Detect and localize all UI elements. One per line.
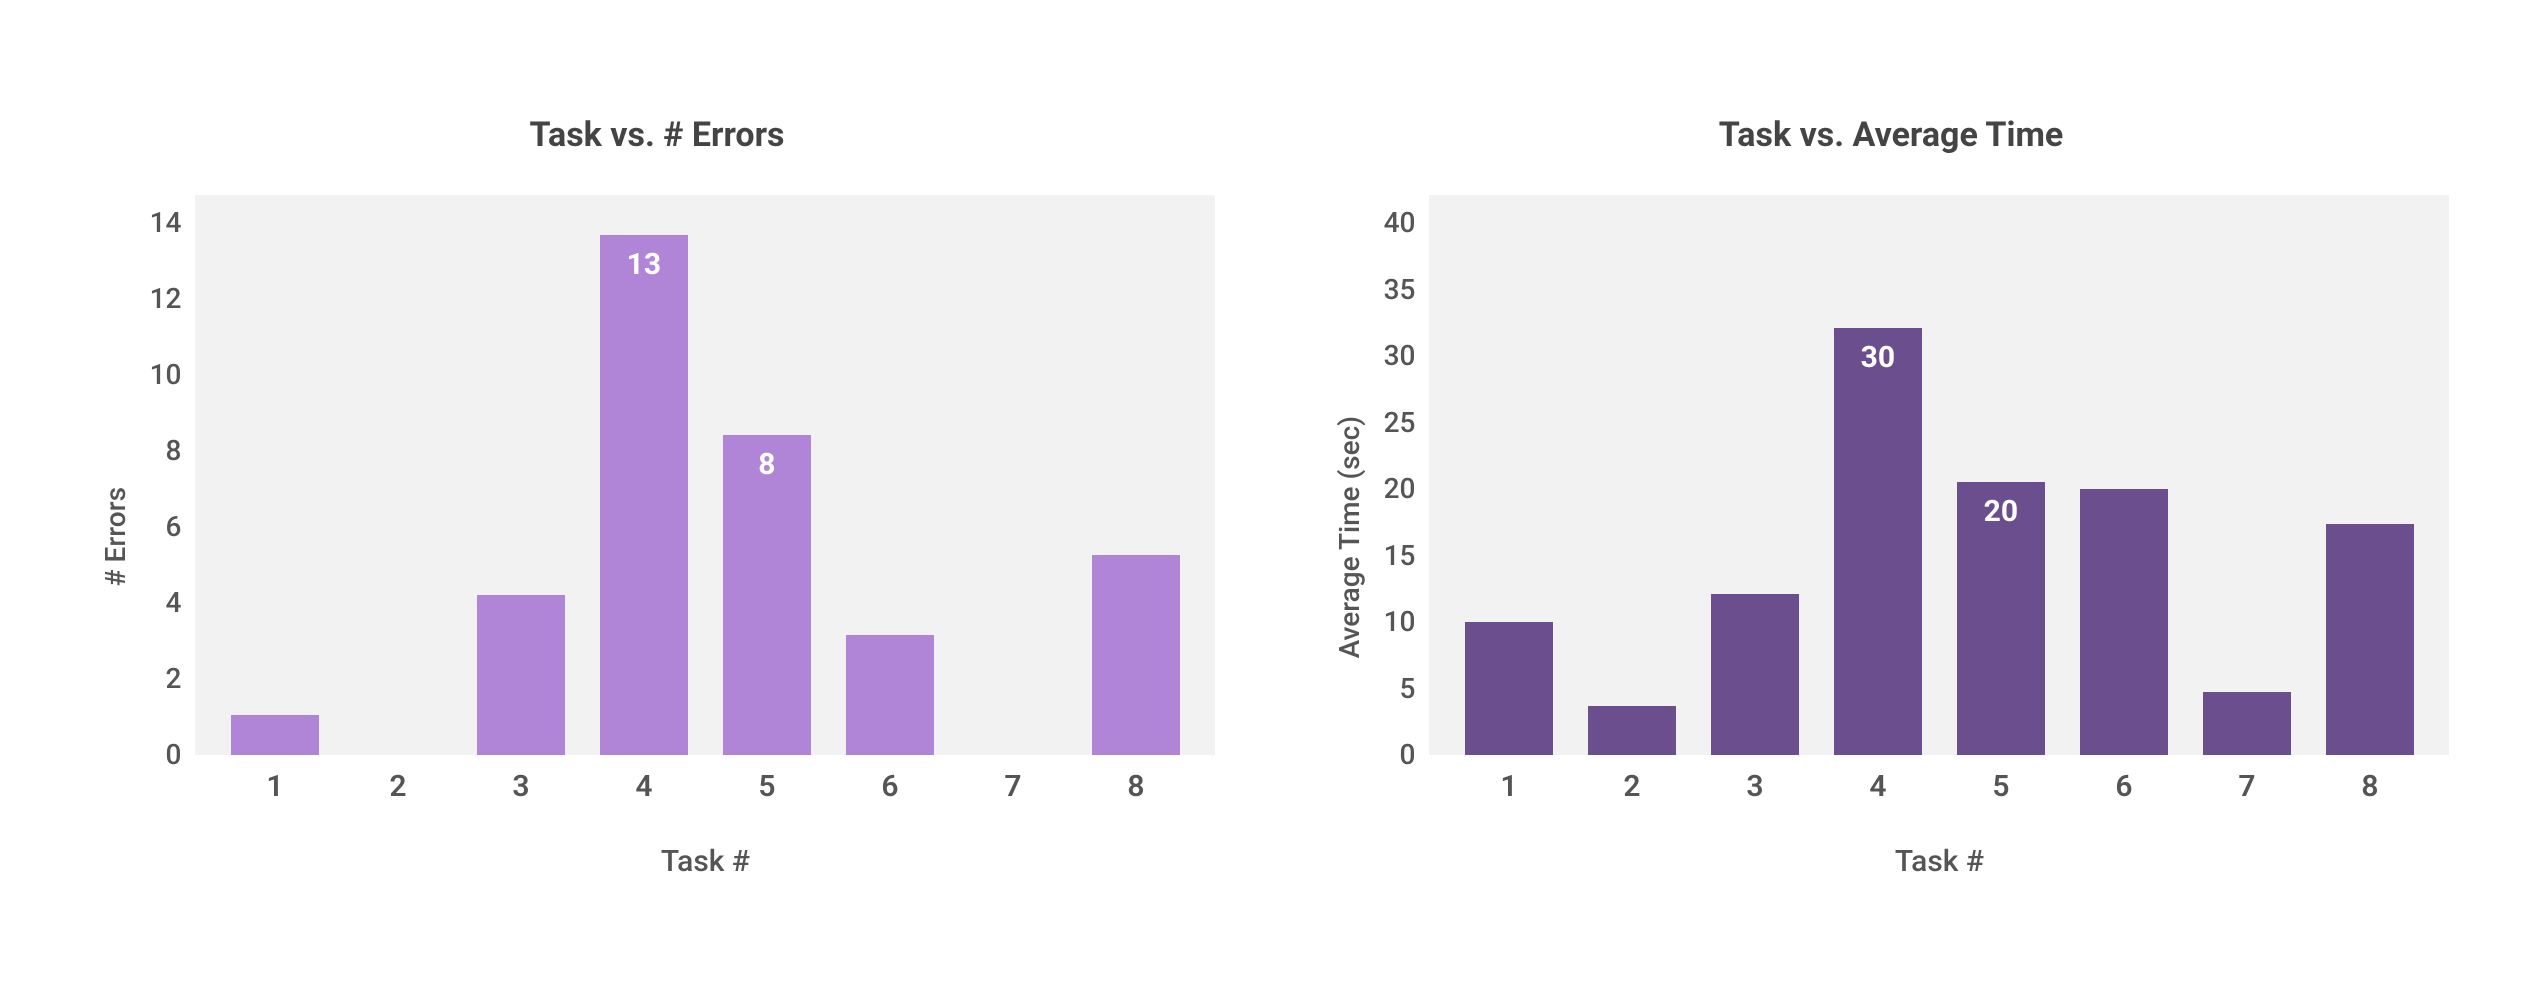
x-tick: 3 [1693, 769, 1816, 804]
x-tick: 2 [336, 769, 459, 804]
y-tick: 35 [1384, 276, 1416, 304]
bar-column [2062, 195, 2185, 755]
x-tick: 6 [2062, 769, 2185, 804]
bar-data-label: 30 [1861, 340, 1895, 375]
y-tick: 12 [150, 285, 182, 313]
y-tick: 10 [1384, 608, 1416, 636]
bar: 13 [600, 235, 689, 755]
y-tick: 2 [165, 665, 181, 693]
bar-column [1074, 195, 1197, 755]
bar-column: 13 [582, 195, 705, 755]
chart-body: Average Time (sec) 4035302520151050 3020… [1333, 195, 2450, 879]
bar-column [459, 195, 582, 755]
y-tick: 20 [1384, 475, 1416, 503]
x-axis: 12345678 [1429, 755, 2449, 804]
bar-column [1570, 195, 1693, 755]
bar-column [2308, 195, 2431, 755]
x-tick: 7 [2185, 769, 2308, 804]
bar-column: 8 [705, 195, 828, 755]
bar [2080, 489, 2169, 755]
x-tick: 8 [1074, 769, 1197, 804]
bar-column [2185, 195, 2308, 755]
y-tick: 0 [165, 741, 181, 769]
x-tick: 1 [1447, 769, 1570, 804]
y-axis: 14121086420 [150, 195, 196, 755]
y-tick: 10 [150, 361, 182, 389]
bar-column: 20 [1939, 195, 2062, 755]
x-tick: 3 [459, 769, 582, 804]
bar [477, 595, 566, 755]
plot-area: 30 20 [1429, 195, 2449, 755]
chart-errors: Task vs. # Errors # Errors 14121086420 1… [99, 115, 1216, 879]
y-tick: 8 [165, 437, 181, 465]
y-axis-label: # Errors [99, 487, 132, 586]
bar-data-label: 8 [758, 447, 775, 482]
y-tick: 40 [1384, 209, 1416, 237]
bar [1588, 706, 1677, 755]
y-axis-label: Average Time (sec) [1333, 416, 1366, 658]
bar [1711, 594, 1800, 755]
bar [2203, 692, 2292, 755]
bar: 20 [1957, 482, 2046, 755]
chart-title: Task vs. Average Time [1719, 115, 2064, 155]
bar-column [1447, 195, 1570, 755]
x-tick: 5 [1939, 769, 2062, 804]
y-tick: 6 [165, 513, 181, 541]
bar [846, 635, 935, 755]
y-tick: 30 [1384, 342, 1416, 370]
chart-body: # Errors 14121086420 138 12345678 Task # [99, 195, 1216, 879]
x-tick: 8 [2308, 769, 2431, 804]
x-tick: 4 [1816, 769, 1939, 804]
bar [1465, 622, 1554, 755]
y-tick: 0 [1399, 741, 1415, 769]
bar-column [336, 195, 459, 755]
x-tick: 5 [705, 769, 828, 804]
plot-area: 13 8 [195, 195, 1215, 755]
x-axis: 12345678 [195, 755, 1215, 804]
x-axis-label: Task # [1429, 844, 2449, 879]
y-tick: 14 [150, 209, 182, 237]
y-tick: 4 [165, 589, 181, 617]
x-tick: 7 [951, 769, 1074, 804]
plot-column: 138 12345678 Task # [195, 195, 1215, 879]
y-axis: 4035302520151050 [1384, 195, 1430, 755]
bar-data-label: 13 [627, 247, 661, 282]
bar [231, 715, 320, 755]
y-tick: 15 [1384, 542, 1416, 570]
bar-column [1693, 195, 1816, 755]
bar-data-label: 20 [1984, 494, 2018, 529]
bar-column [213, 195, 336, 755]
x-tick: 2 [1570, 769, 1693, 804]
bar-column: 30 [1816, 195, 1939, 755]
axis-and-plot: 4035302520151050 3020 12345678 Task # [1384, 195, 2450, 879]
chart-title: Task vs. # Errors [529, 115, 784, 155]
x-tick: 6 [828, 769, 951, 804]
x-tick: 1 [213, 769, 336, 804]
plot-column: 30 20 12345678 Task # [1429, 195, 2449, 879]
bar: 30 [1834, 328, 1923, 755]
y-tick: 25 [1384, 409, 1416, 437]
bar [2326, 524, 2415, 755]
bar-column [828, 195, 951, 755]
x-axis-label: Task # [195, 844, 1215, 879]
x-tick: 4 [582, 769, 705, 804]
bar [1092, 555, 1181, 755]
bar-column [951, 195, 1074, 755]
axis-and-plot: 14121086420 138 12345678 Task # [150, 195, 1216, 879]
chart-time: Task vs. Average Time Average Time (sec)… [1333, 115, 2450, 879]
bar: 8 [723, 435, 812, 755]
y-tick: 5 [1399, 675, 1415, 703]
